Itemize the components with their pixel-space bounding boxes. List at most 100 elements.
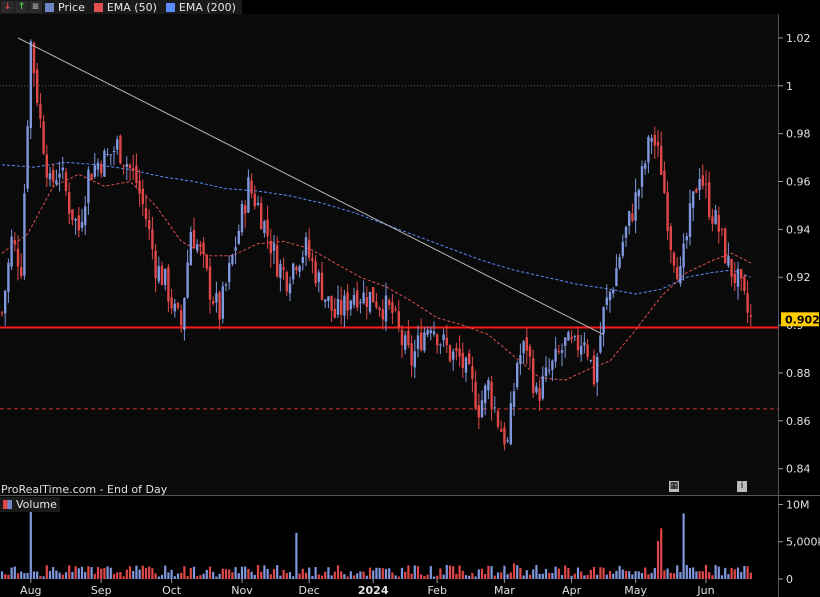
candle-body	[212, 301, 215, 304]
volume-bar	[743, 565, 746, 579]
volume-bar	[301, 568, 304, 579]
candle-body	[256, 202, 260, 205]
volume-bar	[519, 567, 522, 579]
volume-bar	[90, 567, 93, 579]
volume-bar	[256, 565, 260, 579]
volume-bar	[480, 568, 484, 579]
volume-bar	[20, 571, 23, 579]
volume-bar	[740, 572, 743, 579]
volume-bar	[506, 574, 509, 579]
volume-bar	[528, 574, 532, 579]
volume-bar	[205, 569, 208, 579]
volume-bar	[221, 568, 224, 579]
candle-body	[378, 307, 381, 310]
candle-body	[608, 291, 612, 301]
candle-body	[525, 337, 528, 351]
volume-bar	[656, 540, 660, 579]
volume-bar	[372, 570, 375, 579]
info-icon[interactable]: i	[737, 481, 747, 492]
candle-body	[263, 221, 266, 234]
volume-bar	[698, 571, 701, 579]
candle-body	[429, 330, 432, 334]
candle-body	[68, 192, 71, 214]
volume-bar	[612, 573, 615, 579]
volume-bar	[621, 569, 624, 579]
time-tick-label: Sep	[91, 584, 112, 597]
candle-body	[253, 193, 256, 207]
candle-body	[218, 292, 221, 320]
candle-body	[432, 331, 436, 335]
candle-body	[112, 151, 116, 153]
candle-body	[100, 163, 103, 174]
volume-bar	[573, 573, 576, 579]
arrow-down-icon[interactable]: ↓	[1, 1, 14, 13]
volume-bar	[682, 513, 685, 579]
volume-bar	[260, 571, 263, 579]
volume-bar	[749, 572, 752, 579]
candle-body	[746, 293, 749, 313]
candle-body	[397, 311, 400, 328]
legend-ema50[interactable]: EMA (50)	[91, 1, 157, 14]
candle-body	[71, 209, 74, 221]
candle-body	[77, 215, 80, 231]
volume-bar	[154, 573, 157, 579]
legend-ema200-label: EMA (200)	[178, 0, 236, 14]
volume-bar	[487, 565, 490, 579]
volume-bar	[736, 567, 740, 579]
candle-body	[602, 307, 605, 334]
volume-bar	[272, 568, 276, 579]
volume-bar	[589, 569, 592, 579]
candle-body	[340, 300, 343, 315]
volume-bar	[100, 568, 103, 579]
candle-body	[189, 232, 192, 266]
volume-bar	[77, 568, 80, 579]
candle-body	[356, 290, 359, 308]
volume-bar	[164, 565, 167, 579]
candle-body	[586, 344, 589, 357]
candle-body	[573, 336, 576, 338]
volume-bar	[285, 573, 288, 579]
volume-bar	[250, 571, 253, 579]
legend-ema200[interactable]: EMA (200)	[163, 1, 236, 14]
candle-body	[628, 211, 631, 226]
candle-body	[567, 332, 570, 341]
candle-body	[308, 239, 311, 258]
volume-bar	[93, 573, 96, 579]
candle-body	[116, 139, 119, 150]
candle-body	[282, 267, 285, 270]
volume-bar	[704, 564, 708, 579]
volume-bar	[340, 571, 343, 579]
candle-body	[554, 348, 557, 362]
volume-bar	[375, 567, 378, 579]
candle-body	[196, 244, 199, 251]
arrow-up-icon[interactable]: ↑	[15, 1, 28, 13]
volume-bar	[733, 569, 736, 579]
candle-body	[84, 206, 87, 226]
volume-bar	[615, 570, 618, 579]
volume-bar	[269, 574, 272, 579]
volume-bar	[410, 573, 413, 579]
volume-bar	[36, 571, 39, 579]
candle-body	[688, 203, 692, 237]
volume-bar	[170, 569, 173, 579]
volume-bar	[23, 573, 26, 579]
volume-bar	[560, 574, 564, 579]
volume-bar	[202, 573, 205, 579]
candle-body	[612, 289, 615, 294]
candle-body	[368, 291, 372, 312]
volume-bar	[298, 573, 301, 579]
candle-body	[61, 167, 64, 171]
volume-bar	[711, 575, 714, 579]
candle-body	[509, 403, 512, 445]
candle-body	[330, 295, 333, 311]
legend-price[interactable]: Price	[42, 1, 85, 14]
volume-bar	[400, 567, 404, 579]
calendar-icon[interactable]: ▦	[669, 481, 679, 492]
candle-body	[736, 268, 740, 287]
candle-body	[420, 332, 423, 351]
lines-icon[interactable]: ≡	[29, 1, 42, 13]
candle-body	[208, 266, 212, 300]
volume-bar	[413, 565, 416, 579]
volume-bar	[157, 576, 160, 579]
candle-body	[423, 332, 426, 351]
